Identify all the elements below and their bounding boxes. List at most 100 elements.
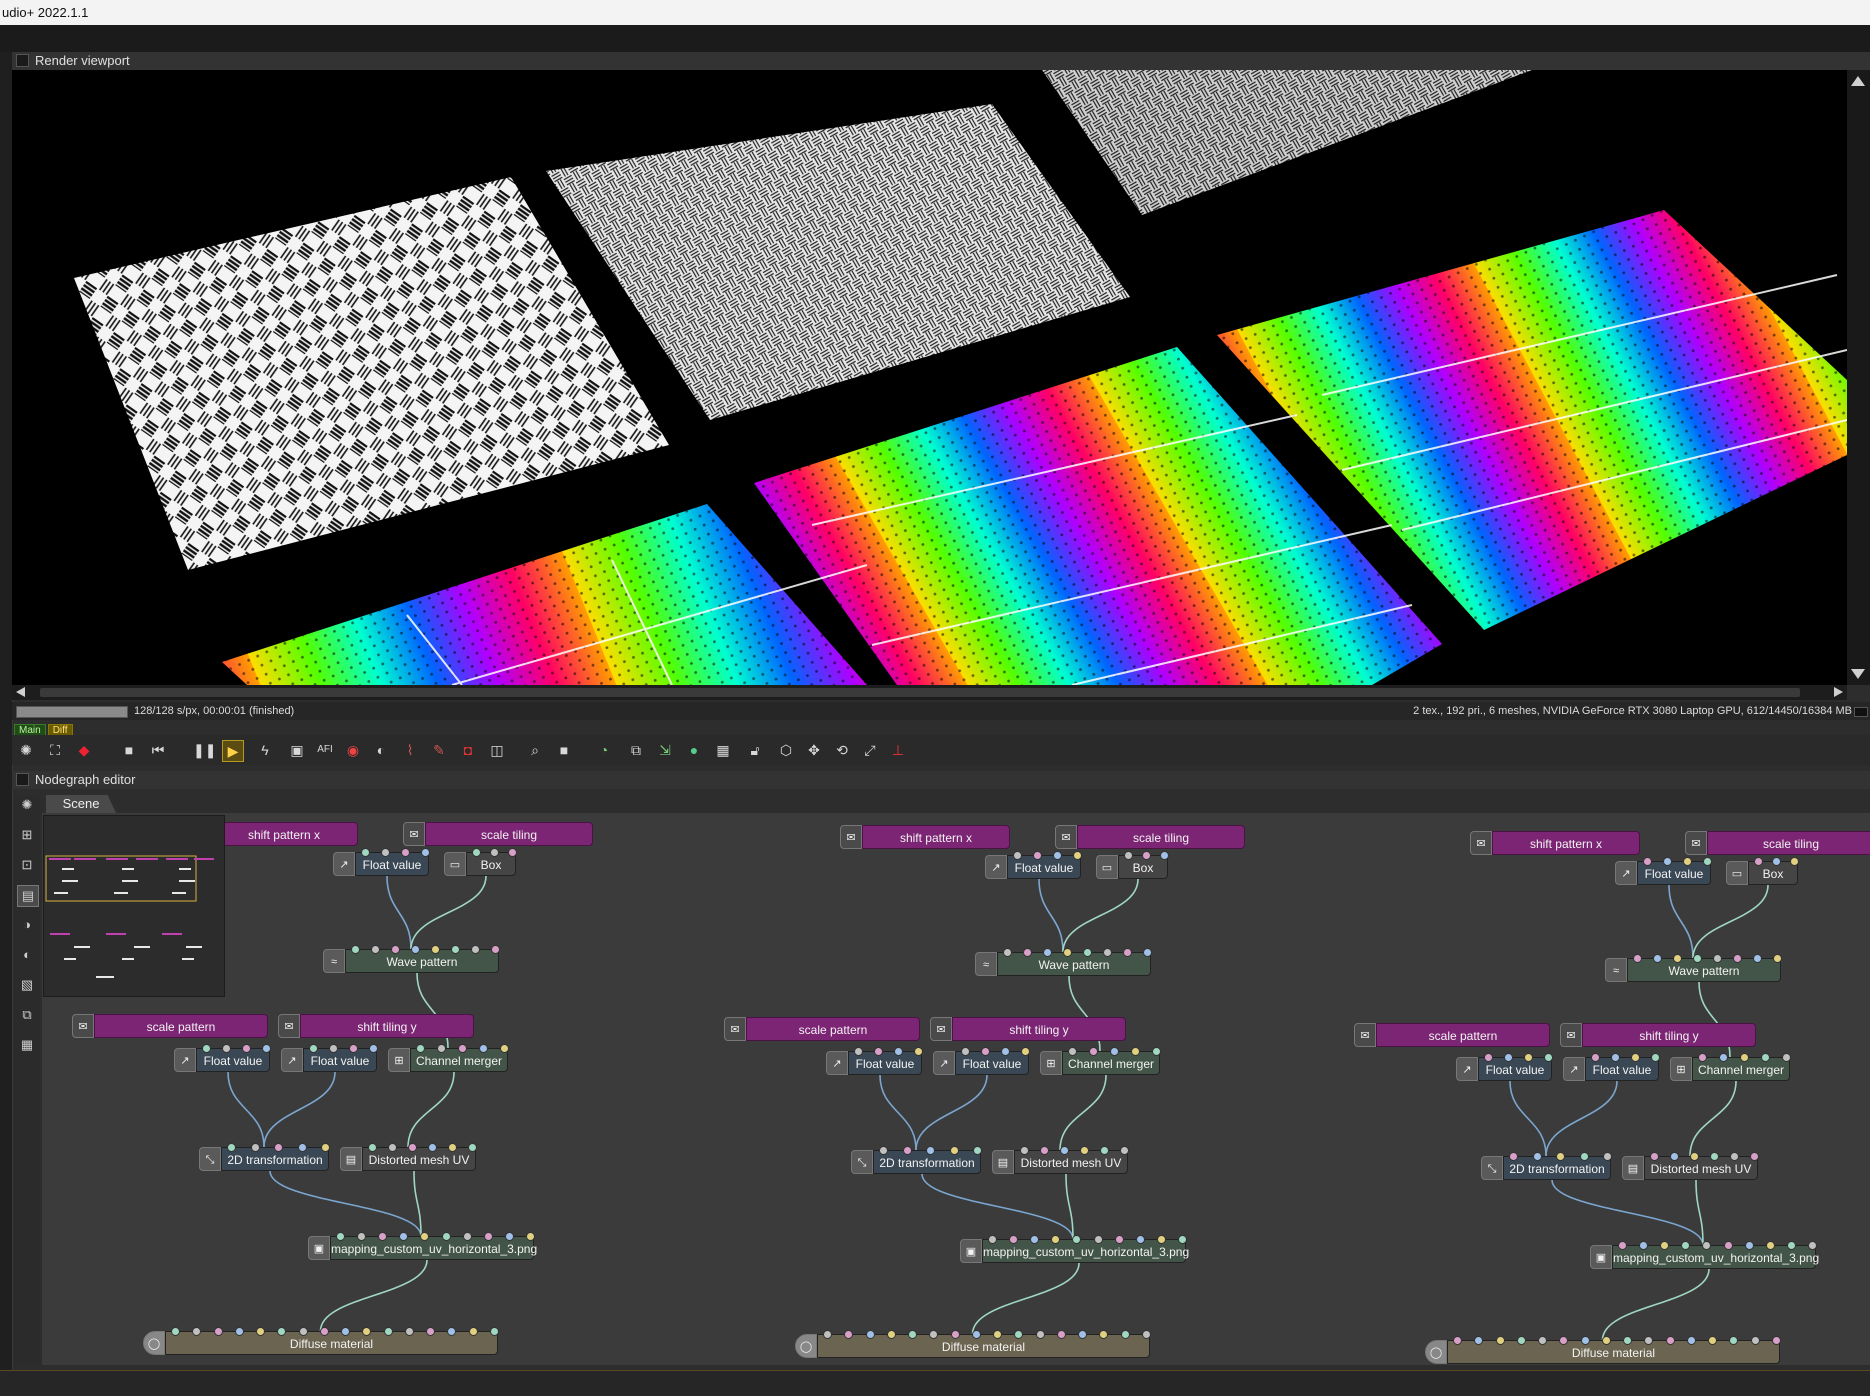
float-value-node[interactable]: ↗ Float value: [985, 851, 1082, 879]
input-pin[interactable]: [865, 1330, 875, 1339]
input-pin[interactable]: [1043, 948, 1052, 957]
input-pin[interactable]: [1790, 857, 1799, 866]
input-pin[interactable]: [448, 1143, 457, 1152]
input-pin[interactable]: [1750, 1152, 1759, 1161]
input-pin[interactable]: [1093, 1235, 1103, 1244]
shift-tiling-y-comment[interactable]: ✉ shift tiling y: [930, 1017, 1126, 1041]
nodegraph-minimap[interactable]: [43, 815, 225, 997]
input-pin[interactable]: [472, 848, 481, 857]
input-pin[interactable]: [1156, 1235, 1166, 1244]
input-pin[interactable]: [1453, 1336, 1462, 1345]
input-pin[interactable]: [1740, 1053, 1749, 1062]
render-region-icon[interactable]: ⛶: [45, 740, 65, 760]
input-pin[interactable]: [451, 945, 460, 954]
input-pin[interactable]: [171, 1327, 180, 1336]
image-texture-node[interactable]: ▣ mapping_custom_uv_horizontal_3.png: [1590, 1241, 1819, 1269]
wave-pattern-node[interactable]: ≈ Wave pattern: [1605, 954, 1782, 982]
graph-settings-icon[interactable]: ✺: [17, 795, 37, 815]
input-pin[interactable]: [1773, 954, 1782, 963]
scale-tiling-comment[interactable]: ✉ scale tiling: [1685, 831, 1870, 855]
input-pin[interactable]: [274, 1143, 283, 1152]
nodegraph-canvas[interactable]: ✉shift pattern x✉scale tiling↗Float valu…: [42, 813, 1870, 1365]
input-pin[interactable]: [1580, 1336, 1590, 1345]
graph-table-icon[interactable]: ▦: [17, 1035, 37, 1055]
input-pin[interactable]: [1663, 857, 1672, 866]
transformation-2d-node[interactable]: ⤡ 2D transformation: [851, 1146, 982, 1174]
input-pin[interactable]: [1698, 1053, 1707, 1062]
input-pin[interactable]: [368, 1143, 377, 1152]
input-pin[interactable]: [988, 1235, 997, 1244]
color-wheel-icon[interactable]: ◉: [343, 740, 363, 760]
input-pin[interactable]: [981, 1047, 990, 1056]
input-pin[interactable]: [1060, 1146, 1069, 1155]
fullscreen-icon[interactable]: ⤢: [860, 740, 880, 760]
input-pin[interactable]: [1633, 954, 1642, 963]
input-pin[interactable]: [441, 1232, 451, 1241]
diffuse-material-node[interactable]: ◯ Diffuse material: [1425, 1336, 1781, 1364]
input-pin[interactable]: [1035, 1330, 1045, 1339]
input-pin[interactable]: [371, 945, 380, 954]
input-pin[interactable]: [483, 1232, 493, 1241]
input-pin[interactable]: [950, 1330, 960, 1339]
input-pin[interactable]: [1120, 1146, 1129, 1155]
input-pin[interactable]: [1524, 1053, 1533, 1062]
input-pin[interactable]: [1611, 1053, 1620, 1062]
input-pin[interactable]: [886, 1330, 896, 1339]
input-pin[interactable]: [411, 945, 420, 954]
input-pin[interactable]: [1556, 1152, 1565, 1161]
copy-icon[interactable]: ⧉: [626, 740, 646, 760]
input-pin[interactable]: [1114, 1235, 1124, 1244]
input-pin[interactable]: [490, 1327, 499, 1336]
float-value-node[interactable]: ↗ Float value: [281, 1044, 378, 1072]
input-pin[interactable]: [1723, 1241, 1733, 1250]
input-pin[interactable]: [234, 1327, 244, 1336]
input-pin[interactable]: [262, 1044, 271, 1053]
input-pin[interactable]: [383, 1327, 393, 1336]
input-pin[interactable]: [250, 1143, 260, 1152]
input-pin[interactable]: [491, 945, 500, 954]
input-pin[interactable]: [902, 1146, 912, 1155]
input-pin[interactable]: [431, 945, 440, 954]
color-cube-icon[interactable]: ◆: [74, 740, 94, 760]
channel-merger-node[interactable]: ⊞ Channel merger: [388, 1044, 509, 1072]
input-pin[interactable]: [421, 848, 430, 857]
wave-pattern-node[interactable]: ≈ Wave pattern: [323, 945, 500, 973]
input-pin[interactable]: [1033, 851, 1042, 860]
scroll-left-icon[interactable]: [16, 687, 25, 697]
input-pin[interactable]: [1504, 1053, 1513, 1062]
input-pin[interactable]: [361, 848, 370, 857]
input-pin[interactable]: [1123, 948, 1132, 957]
channel-merger-node[interactable]: ⊞ Channel merger: [1670, 1053, 1791, 1081]
input-pin[interactable]: [1591, 1053, 1600, 1062]
input-pin[interactable]: [1683, 857, 1692, 866]
input-pin[interactable]: [401, 848, 410, 857]
diffuse-material-node[interactable]: ◯ Diffuse material: [795, 1330, 1151, 1358]
input-pin[interactable]: [321, 1143, 330, 1152]
input-pin[interactable]: [908, 1330, 918, 1339]
input-pin[interactable]: [1013, 851, 1022, 860]
input-pin[interactable]: [894, 1047, 903, 1056]
sphere-green-icon[interactable]: ●: [684, 740, 704, 760]
input-pin[interactable]: [1124, 851, 1133, 860]
input-pin[interactable]: [1693, 954, 1702, 963]
input-pin[interactable]: [1142, 1330, 1151, 1339]
input-pin[interactable]: [437, 1044, 446, 1053]
input-pin[interactable]: [926, 1146, 935, 1155]
input-pin[interactable]: [1001, 1047, 1010, 1056]
input-pin[interactable]: [298, 1327, 308, 1336]
channel-merger-node[interactable]: ⊞ Channel merger: [1040, 1047, 1161, 1075]
input-pin[interactable]: [309, 1044, 318, 1053]
lightning-icon[interactable]: ϟ: [255, 740, 275, 760]
input-pin[interactable]: [1023, 948, 1032, 957]
input-pin[interactable]: [1643, 857, 1652, 866]
input-pin[interactable]: [1772, 1336, 1781, 1345]
input-pin[interactable]: [1131, 1047, 1140, 1056]
input-pin[interactable]: [1053, 851, 1062, 860]
input-pin[interactable]: [874, 1047, 883, 1056]
input-pin[interactable]: [1495, 1336, 1505, 1345]
input-pin[interactable]: [479, 1044, 488, 1053]
input-pin[interactable]: [490, 848, 499, 857]
input-pin[interactable]: [1753, 954, 1762, 963]
input-pin[interactable]: [391, 945, 400, 954]
rotate-icon[interactable]: ⟲: [832, 740, 852, 760]
